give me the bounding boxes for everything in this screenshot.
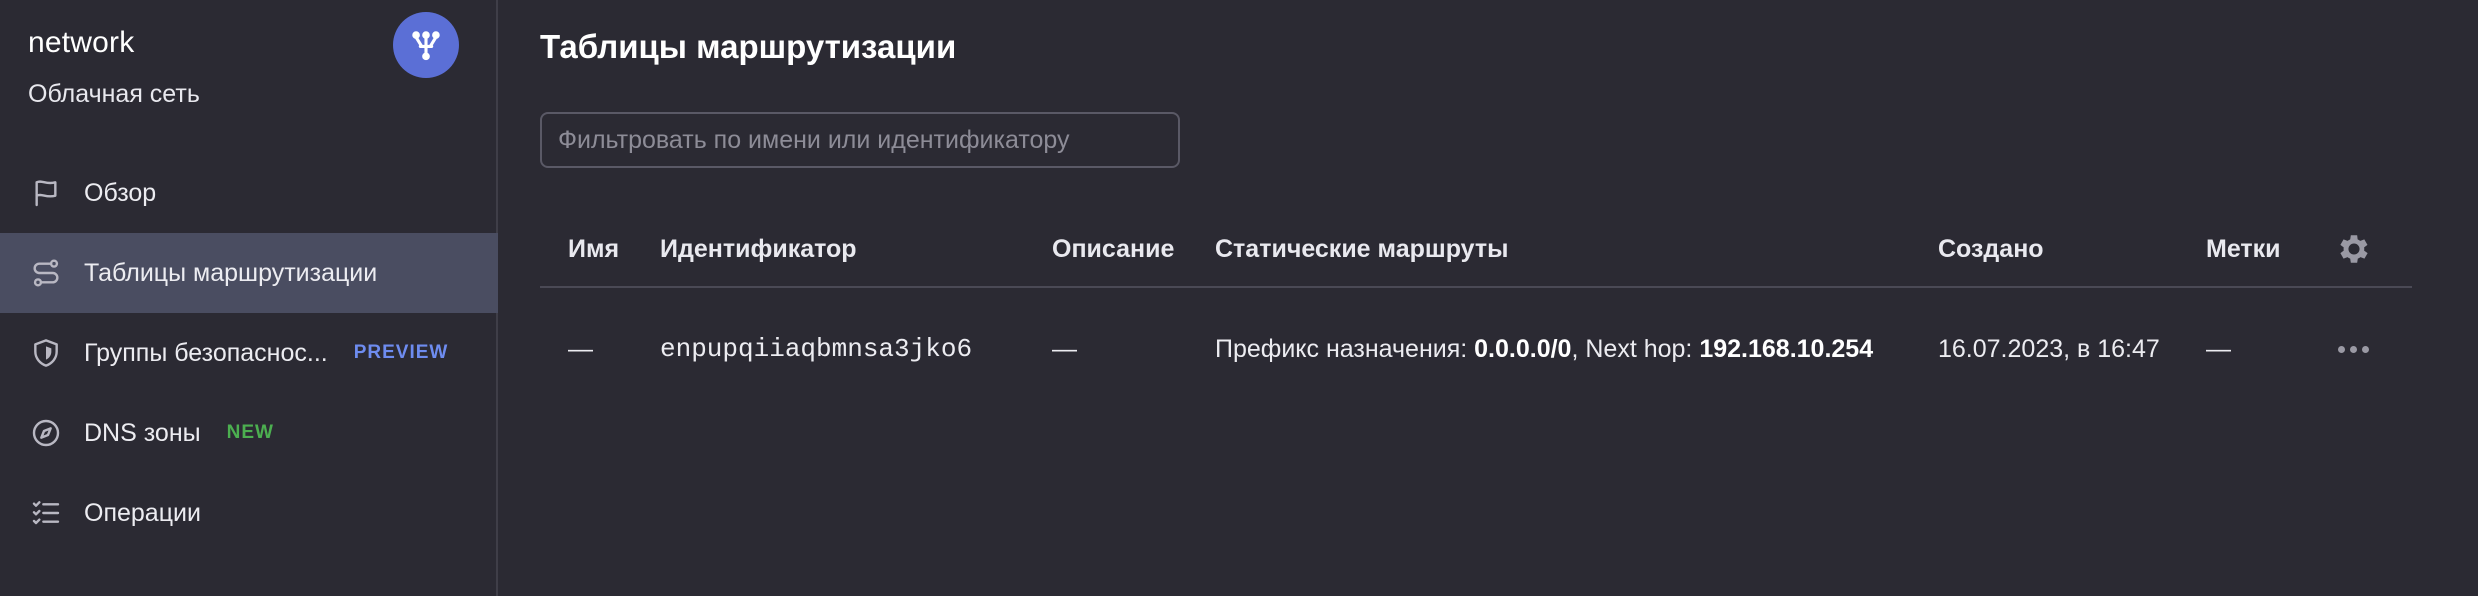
route-separator: , Next hop: [1571, 335, 1700, 363]
sidebar-item-label: Таблицы маршрутизации [84, 258, 378, 287]
network-icon [412, 31, 440, 61]
cell-static-routes: Префикс назначения: 0.0.0.0/0, Next hop:… [1215, 288, 1873, 410]
sidebar-item-operations[interactable]: Операции [0, 473, 498, 553]
route-icon [28, 255, 64, 291]
service-name: network [28, 26, 135, 59]
service-subtitle: Облачная сеть [28, 80, 200, 108]
sidebar-nav: Обзор Таблицы маршрутизации Группы безоп… [0, 153, 498, 553]
table-header: Имя Идентификатор Описание Статические м… [540, 210, 2412, 288]
more-actions-icon[interactable] [2333, 332, 2373, 366]
cell-labels: — [2206, 335, 2231, 363]
sidebar-item-label: Обзор [84, 178, 157, 207]
column-header-created[interactable]: Создано [1938, 210, 2044, 288]
app-window: network Облачная сеть Обзор Таблицы марш… [0, 0, 2478, 596]
cell-id[interactable]: enpupqiiaqbmnsa3jko6 [660, 288, 972, 410]
sidebar: network Облачная сеть Обзор Таблицы марш… [0, 0, 498, 596]
cell-description: — [1052, 335, 1077, 363]
page-title: Таблицы маршрутизации [540, 28, 957, 65]
new-badge: NEW [226, 422, 274, 443]
preview-badge: PREVIEW [353, 342, 449, 363]
column-header-static-routes[interactable]: Статические маршруты [1215, 210, 1508, 288]
route-next-hop: 192.168.10.254 [1699, 335, 1874, 363]
column-header-name[interactable]: Имя [568, 210, 619, 288]
shield-icon [28, 335, 64, 371]
column-header-labels[interactable]: Метки [2206, 210, 2281, 288]
checklist-icon [28, 495, 64, 531]
service-avatar[interactable] [393, 12, 459, 78]
cell-created: 16.07.2023, в 16:47 [1938, 335, 2160, 363]
compass-icon [28, 415, 64, 451]
sidebar-item-label: Группы безопаснос... [84, 338, 328, 367]
sidebar-item-overview[interactable]: Обзор [0, 153, 498, 233]
sidebar-item-label: DNS зоны [84, 418, 201, 447]
main-content: Таблицы маршрутизации Имя Идентификатор … [498, 0, 2478, 596]
gear-icon[interactable] [2335, 230, 2373, 268]
sidebar-item-dns-zones[interactable]: DNS зоны NEW [0, 393, 498, 473]
route-tables-table: Имя Идентификатор Описание Статические м… [540, 210, 2412, 410]
route-prefix-value: 0.0.0.0/0 [1474, 335, 1572, 363]
column-header-id[interactable]: Идентификатор [660, 210, 857, 288]
route-prefix-label: Префикс назначения: [1215, 335, 1475, 363]
filter-input[interactable] [540, 112, 1180, 168]
sidebar-item-route-tables[interactable]: Таблицы маршрутизации [0, 233, 498, 313]
cell-name: — [568, 335, 593, 363]
table-row[interactable]: — enpupqiiaqbmnsa3jko6 — Префикс назначе… [540, 288, 2412, 410]
flag-icon [28, 175, 64, 211]
column-header-description[interactable]: Описание [1052, 210, 1174, 288]
service-header: network Облачная сеть [0, 0, 496, 140]
sidebar-item-label: Операции [84, 498, 201, 527]
sidebar-item-security-groups[interactable]: Группы безопаснос... PREVIEW [0, 313, 498, 393]
